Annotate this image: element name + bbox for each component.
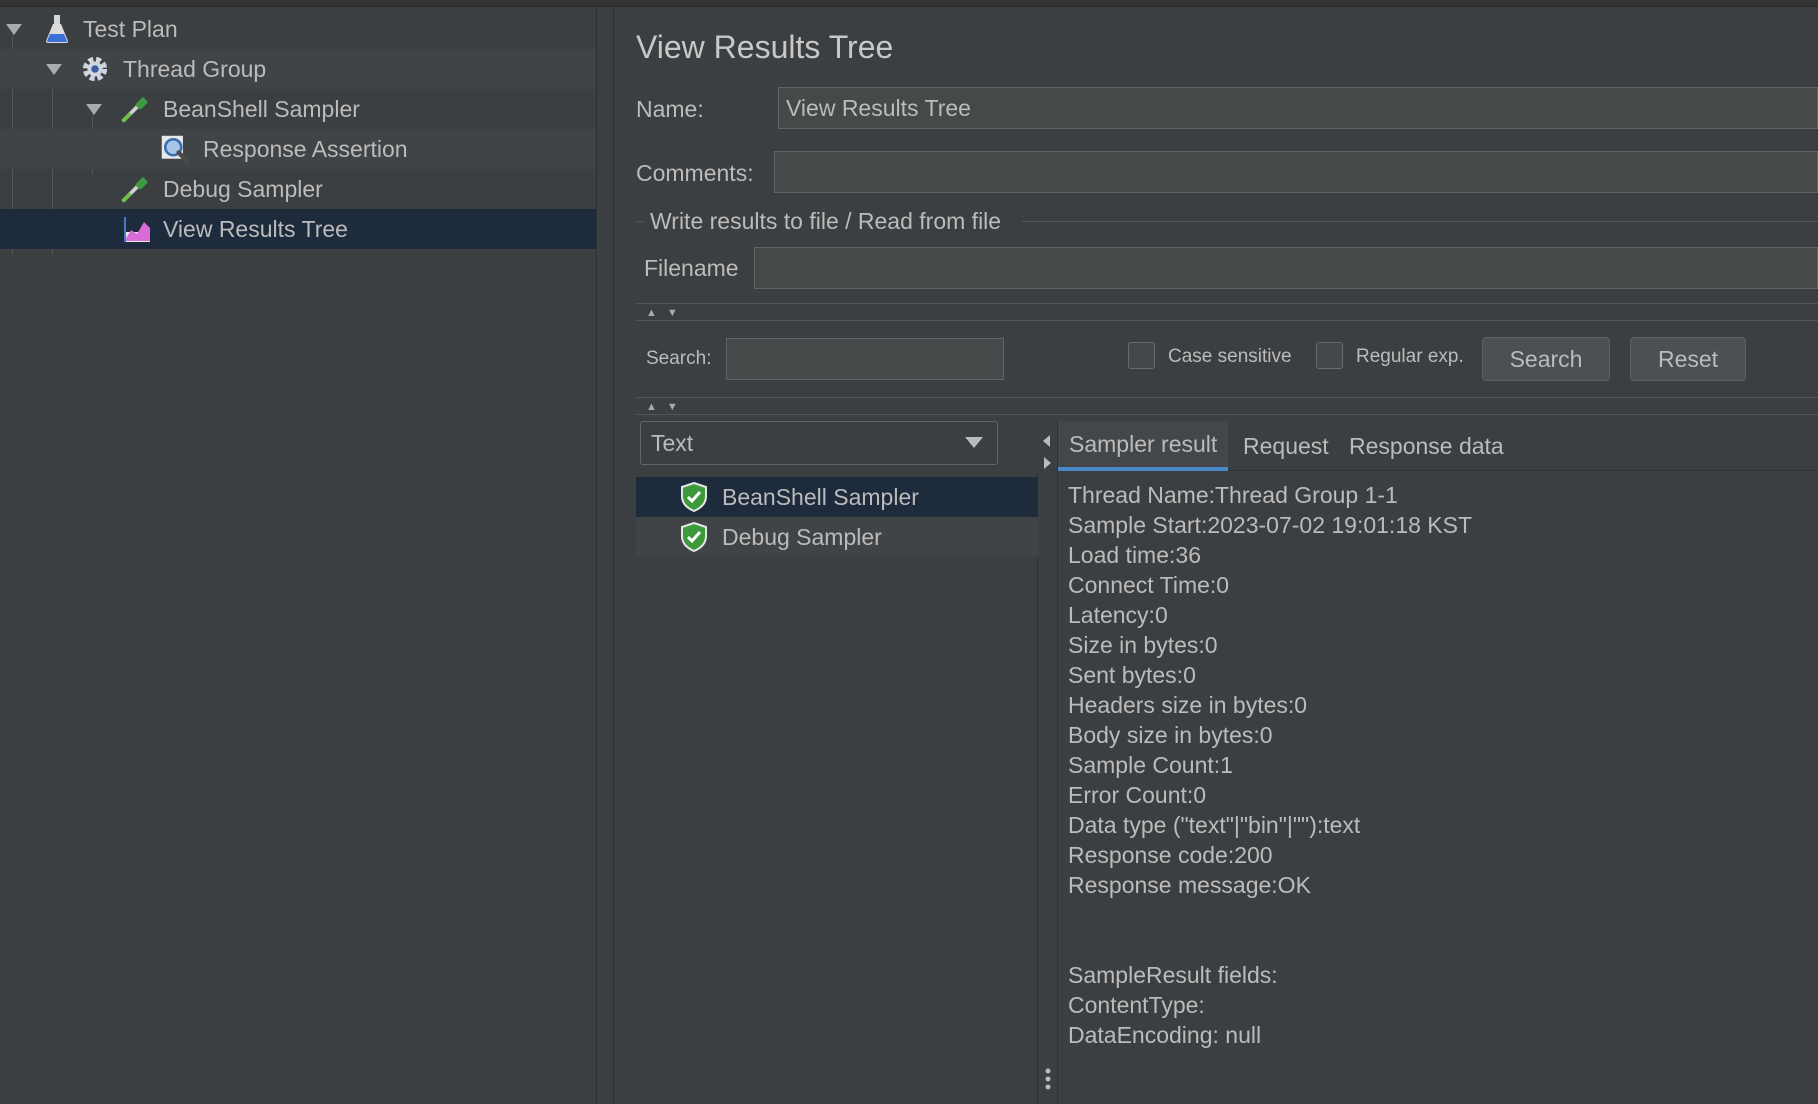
sampler-result-text: Thread Name:Thread Group 1-1 Sample Star… [1068,480,1808,1050]
results-list[interactable]: BeanShell Sampler Debug Sampler [636,471,1038,1104]
tree-item-view-results-tree[interactable]: View Results Tree [0,209,596,249]
search-label: Search: [646,348,712,369]
group-border [1022,221,1818,222]
chart-icon [122,214,152,244]
result-line: Response message:OK [1068,872,1311,898]
result-line [1068,900,1808,930]
renderer-select[interactable]: Text [640,421,998,465]
tree-item-thread-group[interactable]: Thread Group [0,49,596,89]
expand-arrow-icon[interactable] [86,104,102,115]
tab-sampler-result[interactable]: Sampler result [1058,421,1229,471]
search-input[interactable] [726,338,1004,380]
result-line: Connect Time:0 [1068,572,1230,598]
tree-item-test-plan[interactable]: Test Plan [0,9,596,49]
file-group-label: Write results to file / Read from file [650,208,1002,234]
divider [636,303,1818,304]
tree-item-beanshell-sampler[interactable]: BeanShell Sampler [0,89,596,129]
success-shield-icon [680,481,708,518]
case-sensitive-label: Case sensitive [1168,346,1292,367]
filename-field[interactable] [754,247,1818,289]
tree-item-label: View Results Tree [163,215,348,242]
tab-request[interactable]: Request [1232,421,1340,471]
expand-arrow-icon[interactable] [46,64,62,75]
case-sensitive-checkbox[interactable] [1128,342,1155,369]
comments-label: Comments: [636,160,754,186]
chevron-down-icon [965,437,983,448]
result-line: Thread Name:Thread Group 1-1 [1068,482,1398,508]
result-line: Sample Count:1 [1068,752,1233,778]
result-line: DataEncoding: null [1068,1022,1262,1048]
result-line: SampleResult fields: [1068,962,1278,988]
group-border [636,221,644,222]
tree-item-label: Test Plan [83,15,178,42]
gear-icon [80,54,110,84]
tree-item-label: BeanShell Sampler [163,95,360,122]
comments-field[interactable] [774,151,1818,193]
success-shield-icon [680,521,708,558]
result-line: Response code:200 [1068,842,1273,868]
page-title: View Results Tree [636,29,894,65]
result-line: Load time:36 [1068,542,1201,568]
name-label: Name: [636,96,704,122]
result-item-beanshell-sampler[interactable]: BeanShell Sampler [636,477,1038,517]
tab-response-data[interactable]: Response data [1338,421,1515,471]
result-item-label: BeanShell Sampler [722,483,919,510]
collapse-toggle-icon[interactable]: ▲▼ [646,401,688,413]
divider [636,397,1818,398]
renderer-select-value: Text [651,430,694,456]
result-line: Data type ("text"|"bin"|""):text [1068,812,1361,838]
result-line: Latency:0 [1068,602,1168,628]
result-line [1068,930,1808,960]
tree-item-label: Response Assertion [203,135,408,162]
tree-item-label: Thread Group [123,55,267,82]
window-top-edge [0,0,1818,7]
divider [636,320,1818,321]
regex-checkbox[interactable] [1316,342,1343,369]
pipette-icon [120,94,150,124]
result-line: Sent bytes:0 [1068,662,1196,688]
result-item-debug-sampler[interactable]: Debug Sampler [636,517,1038,557]
test-plan-tree[interactable]: Test Plan Thread Group BeanShell Sampler… [0,7,596,1104]
result-line: Body size in bytes:0 [1068,722,1273,748]
result-tabs: Sampler result Request Response data [1058,421,1818,471]
pipette-icon [120,174,150,204]
reset-button[interactable]: Reset [1630,337,1746,381]
tree-item-response-assertion[interactable]: Response Assertion [0,129,596,169]
result-line: Error Count:0 [1068,782,1207,808]
filename-label: Filename [644,255,739,281]
view-results-tree-panel: View Results Tree Name: View Results Tre… [614,7,1818,1104]
results-splitter[interactable] [1038,421,1058,1104]
result-line: Sample Start:2023-07-02 19:01:18 KST [1068,512,1473,538]
magnifier-icon [160,134,190,164]
panel-splitter[interactable] [596,7,614,1104]
result-line: ContentType: [1068,992,1205,1018]
search-button[interactable]: Search [1482,337,1610,381]
divider [636,414,1818,415]
split-arrows-icon[interactable] [1038,431,1058,481]
regex-label: Regular exp. [1356,346,1464,367]
expand-arrow-icon[interactable] [6,24,22,35]
name-field[interactable]: View Results Tree [778,87,1818,129]
flask-icon [42,14,72,44]
drag-handle-icon[interactable] [1038,1066,1058,1096]
result-item-label: Debug Sampler [722,523,882,550]
result-line: Headers size in bytes:0 [1068,692,1308,718]
tree-item-label: Debug Sampler [163,175,323,202]
collapse-toggle-icon[interactable]: ▲▼ [646,307,688,319]
result-line: Size in bytes:0 [1068,632,1218,658]
tree-item-debug-sampler[interactable]: Debug Sampler [0,169,596,209]
